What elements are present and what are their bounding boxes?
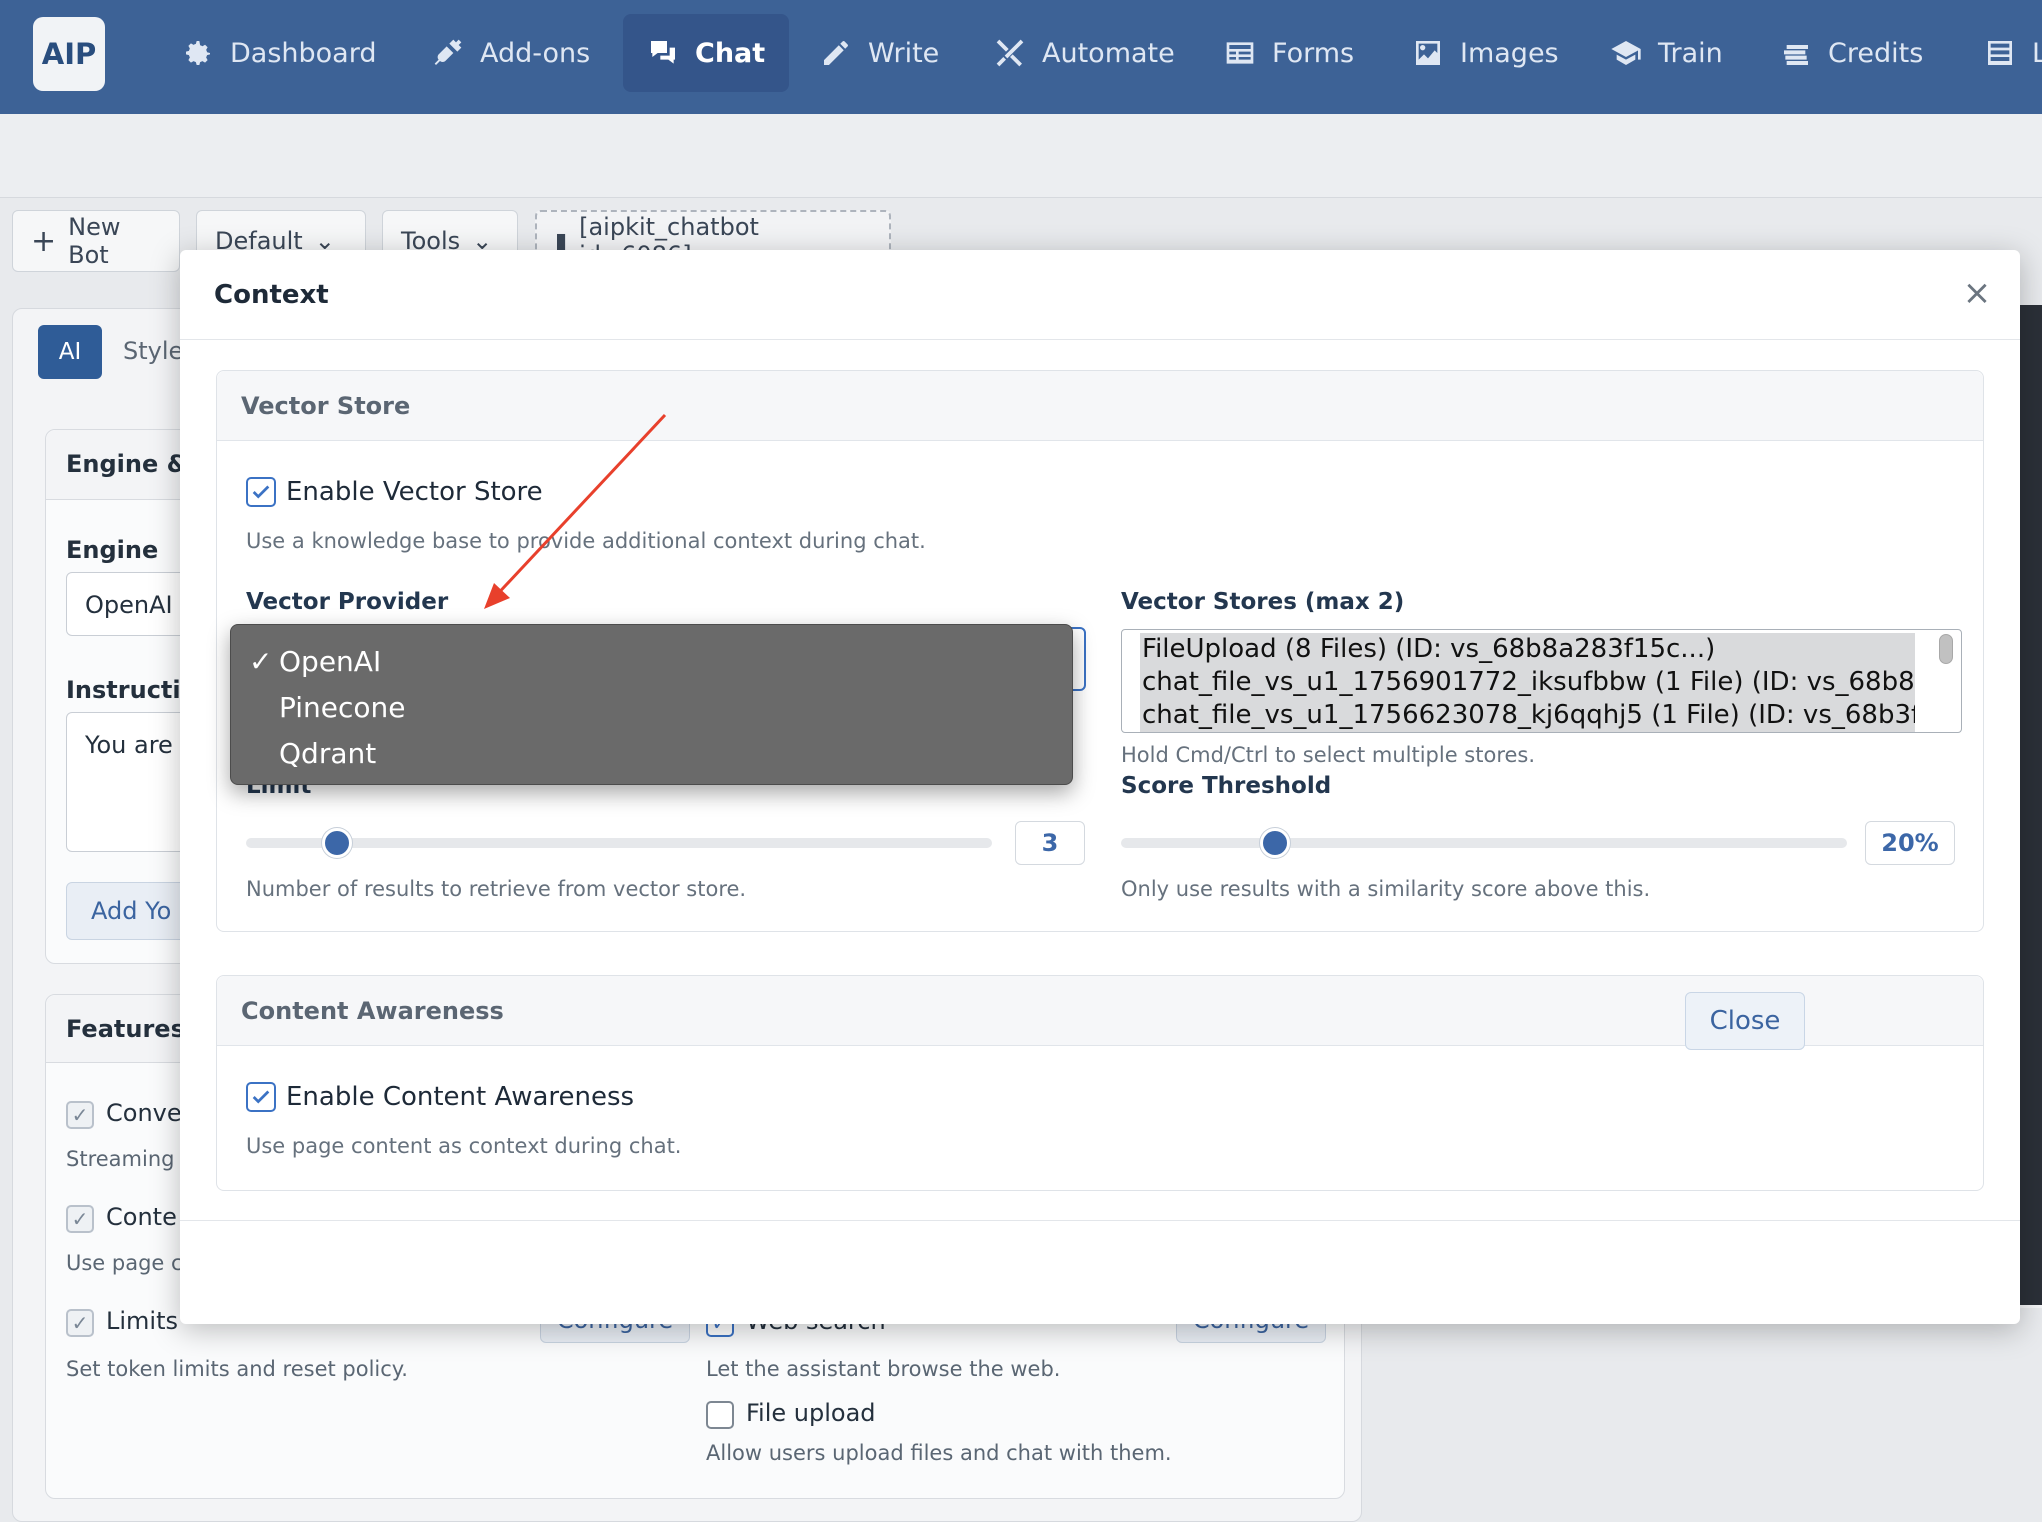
nav-automate[interactable]: Automate	[970, 14, 1199, 92]
provider-option-label: Qdrant	[279, 737, 377, 770]
vector-store-option[interactable]: FileUpload (8 Files) (ID: vs_68b8a283f15…	[1140, 633, 1915, 666]
file-upload-help: Allow users upload files and chat with t…	[706, 1441, 1172, 1465]
checkmark-icon	[252, 1090, 270, 1104]
top-navigation: AIP Dashboard Add-ons Chat Write Automat…	[0, 0, 2042, 114]
enable-content-awareness-label: Enable Content Awareness	[286, 1082, 635, 1112]
streaming-help: Streaming	[66, 1147, 175, 1171]
conversation-checkbox[interactable]: ✓	[66, 1101, 94, 1129]
nav-more[interactable]: L	[1960, 14, 2042, 92]
vector-stores-listbox[interactable]: FileUpload (8 Files) (ID: vs_68b8a283f15…	[1121, 629, 1962, 733]
graduation-cap-icon	[1611, 41, 1641, 65]
form-icon	[1226, 42, 1254, 64]
nav-train[interactable]: Train	[1586, 14, 1747, 92]
limits-checkbox[interactable]: ✓	[66, 1309, 94, 1337]
nav-label: Add-ons	[480, 37, 591, 69]
pencil-icon	[824, 41, 848, 65]
modal-header: Context ×	[180, 250, 2020, 340]
listbox-scrollbar[interactable]	[1939, 634, 1953, 664]
conversation-label: Conve	[106, 1099, 182, 1127]
engine-value: OpenAI	[85, 591, 173, 619]
limits-label: Limits	[106, 1307, 178, 1335]
modal-footer	[180, 1220, 2020, 1324]
limit-help: Number of results to retrieve from vecto…	[246, 877, 747, 901]
tab-style[interactable]: Style	[123, 337, 183, 365]
nav-label: Automate	[1042, 37, 1175, 69]
vector-stores-help: Hold Cmd/Ctrl to select multiple stores.	[1121, 743, 1536, 767]
nav-chat[interactable]: Chat	[623, 14, 790, 92]
nav-label: Images	[1460, 37, 1559, 69]
image-icon	[1416, 41, 1440, 65]
list-icon	[1988, 41, 2012, 65]
context-modal: Context × Vector Store Enable Vector Sto…	[180, 250, 2020, 1324]
new-bot-label: New Bot	[68, 213, 121, 269]
engine-heading: Engine &	[66, 450, 188, 478]
vector-store-option[interactable]: chat_file_vs_u1_1756623078_kj6qqhj5 (1 F…	[1140, 699, 1915, 732]
nav-dashboard[interactable]: Dashboard	[158, 14, 400, 92]
close-button[interactable]: Close	[1685, 992, 1805, 1050]
instructions-value: You are	[85, 731, 173, 759]
score-threshold-label: Score Threshold	[1121, 773, 1332, 799]
score-threshold-help: Only use results with a similarity score…	[1121, 877, 1651, 901]
nav-label: Chat	[695, 37, 766, 69]
provider-option-openai[interactable]: ✓ OpenAI	[231, 637, 1074, 683]
vector-provider-dropdown-menu: ✓ OpenAI Pinecone Qdrant	[230, 624, 1073, 785]
enable-vector-store-checkbox[interactable]	[246, 477, 276, 507]
enable-content-awareness-help: Use page content as context during chat.	[246, 1134, 682, 1158]
nav-images[interactable]: Images	[1388, 14, 1583, 92]
nav-label: Train	[1658, 37, 1723, 69]
coins-icon	[1784, 45, 1808, 65]
file-upload-checkbox[interactable]	[706, 1401, 734, 1429]
gear-icon	[186, 41, 210, 65]
close-icon[interactable]: ×	[1962, 276, 1992, 310]
tab-ai[interactable]: AI	[38, 325, 102, 379]
plug-icon	[434, 39, 462, 65]
provider-option-label: Pinecone	[279, 691, 406, 724]
nav-label: Write	[868, 37, 940, 69]
chat-icon	[651, 41, 675, 64]
engine-label: Engine	[66, 536, 159, 564]
limits-help: Set token limits and reset policy.	[66, 1357, 408, 1381]
nav-credits[interactable]: Credits	[1756, 14, 1947, 92]
nav-add-ons[interactable]: Add-ons	[408, 14, 614, 92]
sub-header-bar	[0, 114, 2042, 198]
limit-slider-handle[interactable]	[322, 828, 352, 858]
new-bot-button[interactable]: + New Bot	[12, 210, 180, 272]
nav-label: Forms	[1272, 37, 1355, 69]
vector-stores-label: Vector Stores (max 2)	[1121, 589, 1405, 615]
nav-label: L	[2032, 37, 2042, 69]
context-label: Conte	[106, 1203, 177, 1231]
tools-icon	[996, 39, 1024, 67]
web-search-help: Let the assistant browse the web.	[706, 1357, 1061, 1381]
enable-content-awareness-checkbox[interactable]	[246, 1082, 276, 1112]
modal-title: Context	[214, 280, 329, 310]
instructions-label: Instructio	[66, 676, 198, 704]
context-help: Use page c	[66, 1251, 183, 1275]
plus-icon: +	[31, 223, 57, 259]
nav-write[interactable]: Write	[796, 14, 963, 92]
nav-forms[interactable]: Forms	[1200, 14, 1378, 92]
nav-label: Credits	[1828, 37, 1924, 69]
score-threshold-slider-handle[interactable]	[1260, 828, 1290, 858]
provider-option-qdrant[interactable]: Qdrant	[231, 729, 1074, 775]
annotation-arrow-icon	[484, 413, 667, 609]
limit-value[interactable]: 3	[1015, 821, 1085, 865]
provider-option-pinecone[interactable]: Pinecone	[231, 683, 1074, 729]
features-heading: Features	[66, 1015, 185, 1043]
nav-label: Dashboard	[230, 37, 377, 69]
checkmark-icon: ✓	[249, 645, 273, 678]
vector-provider-label: Vector Provider	[246, 589, 449, 615]
context-checkbox[interactable]: ✓	[66, 1205, 94, 1233]
checkmark-icon	[252, 485, 270, 499]
score-threshold-value[interactable]: 20%	[1865, 821, 1955, 865]
provider-option-label: OpenAI	[279, 645, 382, 678]
score-threshold-slider-track[interactable]	[1121, 838, 1847, 848]
app-logo[interactable]: AIP	[33, 17, 105, 91]
file-upload-label: File upload	[746, 1399, 876, 1427]
vector-store-option[interactable]: chat_file_vs_u1_1756901772_iksufbbw (1 F…	[1140, 666, 1915, 699]
limit-slider-track[interactable]	[246, 838, 992, 848]
